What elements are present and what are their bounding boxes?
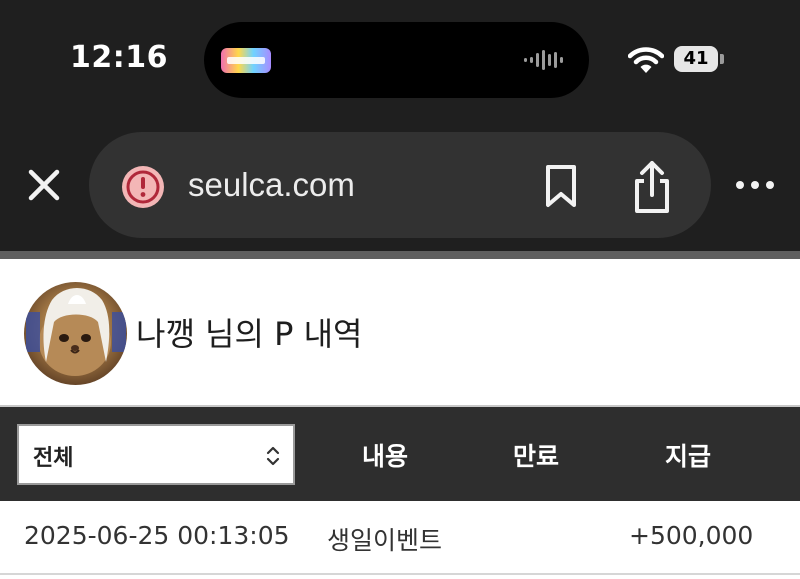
address-bar[interactable]: seulca.com — [89, 132, 711, 238]
filter-select[interactable]: 전체 — [17, 424, 295, 485]
row-date: 2025-06-25 00:13:05 — [24, 521, 290, 550]
column-header-grant: 지급 — [665, 442, 712, 471]
table-row: 2025-06-25 00:13:05 생일이벤트 +500,000 — [0, 501, 800, 575]
row-content: 생일이벤트 — [327, 526, 443, 555]
close-icon[interactable] — [26, 167, 62, 203]
share-icon[interactable] — [629, 159, 675, 215]
now-playing-thumbnail — [221, 48, 271, 73]
battery-level: 41 — [683, 48, 709, 69]
dynamic-island — [204, 22, 589, 98]
security-warning-icon[interactable] — [120, 164, 166, 210]
page-title: 나깽 님의 P 내역 — [136, 315, 363, 353]
bookmark-icon[interactable] — [541, 163, 581, 209]
filter-value: 전체 — [33, 446, 74, 471]
more-icon[interactable] — [733, 173, 777, 197]
wifi-icon — [628, 47, 664, 73]
row-amount: +500,000 — [629, 521, 754, 550]
battery-indicator: 41 — [674, 46, 718, 72]
column-header-expire: 만료 — [513, 442, 560, 471]
column-header-content: 내용 — [362, 442, 409, 471]
avatar — [24, 282, 127, 385]
status-time: 12:16 — [70, 40, 168, 75]
audio-wave-icon — [524, 50, 563, 70]
chevron-updown-icon — [266, 446, 280, 466]
table-header: 전체 내용 만료 지급 — [0, 405, 800, 501]
browser-chrome: 12:16 41 seulca.com — [0, 0, 800, 251]
chrome-divider — [0, 251, 800, 259]
url-text[interactable]: seulca.com — [188, 166, 355, 204]
rabbit-avatar-icon — [26, 288, 126, 376]
battery-cap — [720, 54, 724, 64]
